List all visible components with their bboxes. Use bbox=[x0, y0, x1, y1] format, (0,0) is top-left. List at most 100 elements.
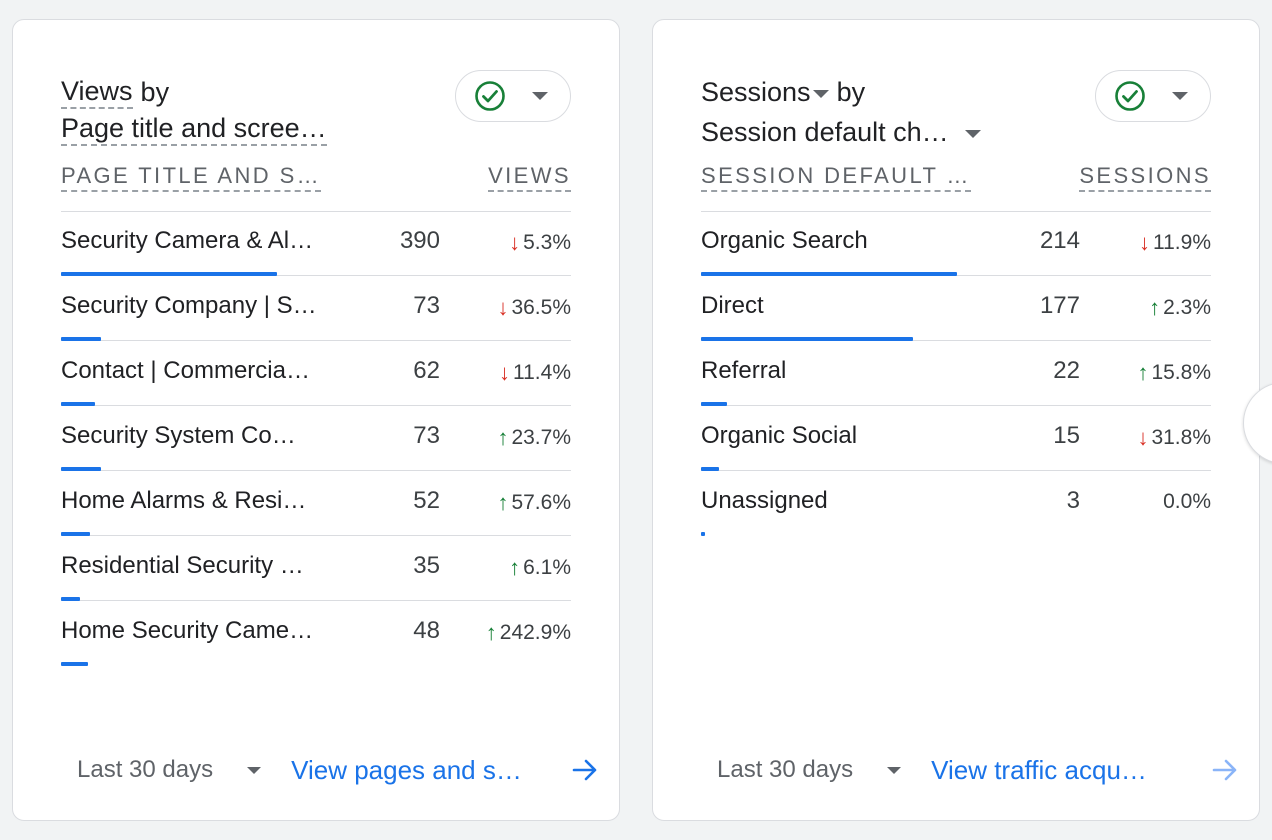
row-change: ↑ 57.6% bbox=[497, 490, 571, 516]
row-value: 62 bbox=[413, 357, 440, 384]
row-label: Organic Social bbox=[701, 422, 858, 449]
row-label: Security System Co… bbox=[61, 422, 296, 449]
views-by-page-card: Views by Page title and scree… Page titl… bbox=[12, 19, 620, 821]
chevron-down-icon bbox=[247, 766, 262, 774]
card-title: Views by Page title and scree… bbox=[61, 72, 327, 146]
arrow-right-icon[interactable] bbox=[571, 756, 599, 784]
table-header: Session default … Sessions bbox=[701, 163, 1211, 212]
metric-selector[interactable]: Views bbox=[61, 75, 133, 109]
comparison-status-button[interactable] bbox=[455, 70, 571, 122]
column-header-views[interactable]: Views bbox=[488, 163, 571, 192]
change-percent: 6.1% bbox=[523, 556, 571, 579]
row-value: 73 bbox=[413, 422, 440, 449]
metric-selector[interactable]: Sessions bbox=[701, 72, 811, 112]
view-report-link[interactable]: View traffic acqu… bbox=[931, 755, 1181, 786]
row-value: 73 bbox=[413, 292, 440, 319]
table-row[interactable]: Direct 177 ↑ 2.3% bbox=[701, 276, 1211, 341]
row-label: Security Company | S… bbox=[61, 292, 317, 319]
dimension-selector[interactable]: Session default ch… bbox=[701, 112, 949, 152]
column-header-dimension[interactable]: Page title and s… bbox=[61, 163, 322, 192]
table-row[interactable]: Home Alarms & Resi… 52 ↑ 57.6% bbox=[61, 471, 571, 536]
change-percent: 5.3% bbox=[523, 231, 571, 254]
row-label: Home Security Came… bbox=[61, 617, 314, 644]
table-row[interactable]: Security Camera & Al… 390 ↓ 5.3% bbox=[61, 211, 571, 276]
table-header: Page title and s… Views bbox=[61, 163, 571, 212]
row-change: ↓ 31.8% bbox=[1137, 425, 1211, 451]
row-label: Referral bbox=[701, 357, 787, 384]
change-percent: 36.5% bbox=[511, 296, 571, 319]
dimension-selector[interactable]: Page title and scree… bbox=[61, 112, 327, 146]
arrow-down-icon: ↓ bbox=[509, 230, 521, 255]
change-percent: 23.7% bbox=[511, 426, 571, 449]
arrow-up-icon: ↑ bbox=[497, 425, 509, 450]
change-percent: 2.3% bbox=[1163, 296, 1211, 319]
chevron-down-icon bbox=[1172, 92, 1188, 100]
column-header-sessions[interactable]: Sessions bbox=[1079, 163, 1211, 192]
change-percent: 57.6% bbox=[511, 491, 571, 514]
chevron-down-icon[interactable] bbox=[964, 130, 981, 138]
row-value: 52 bbox=[413, 487, 440, 514]
table-row[interactable]: Contact | Commercia… 62 ↓ 11.4% bbox=[61, 341, 571, 406]
change-percent: 11.9% bbox=[1153, 231, 1211, 254]
row-label: Organic Search bbox=[701, 227, 868, 254]
row-change: ↓ 36.5% bbox=[497, 295, 571, 321]
date-range-label: Last 30 days bbox=[77, 756, 214, 783]
row-label: Residential Security … bbox=[61, 552, 304, 579]
arrow-up-icon: ↑ bbox=[485, 620, 497, 645]
check-circle-icon bbox=[475, 81, 505, 111]
table-row[interactable]: Organic Search 214 ↓ 11.9% bbox=[701, 211, 1211, 276]
row-change: ↑ 242.9% bbox=[486, 620, 571, 646]
arrow-up-icon: ↑ bbox=[497, 490, 509, 515]
table-row[interactable]: Organic Social 15 ↓ 31.8% bbox=[701, 406, 1211, 471]
row-label: Home Alarms & Resi… bbox=[61, 487, 307, 514]
row-value: 390 bbox=[399, 227, 440, 254]
row-change: ↓ 5.3% bbox=[509, 230, 571, 256]
column-header-dimension[interactable]: Session default … bbox=[701, 163, 971, 192]
view-report-link[interactable]: View pages and s… bbox=[291, 755, 541, 786]
table-rows: Security Camera & Al… 390 ↓ 5.3% Security Co… bbox=[61, 211, 571, 666]
table-row[interactable]: Referral 22 ↑ 15.8% bbox=[701, 341, 1211, 406]
row-label: Security Camera & Al… bbox=[61, 227, 314, 254]
card-footer: Last 30 days View pages and s… bbox=[61, 750, 599, 790]
title-by-text: by bbox=[140, 77, 170, 107]
table-row[interactable]: Security System Co… 73 ↑ 23.7% bbox=[61, 406, 571, 471]
date-range-selector[interactable]: Last 30 days bbox=[701, 756, 902, 784]
table-row[interactable]: Security Company | S… 73 ↓ 36.5% bbox=[61, 276, 571, 341]
arrow-down-icon: ↓ bbox=[499, 360, 510, 385]
change-percent: 15.8% bbox=[1151, 361, 1211, 384]
card-title: Sessions by Session default ch… bbox=[701, 72, 985, 152]
change-percent: 0.0% bbox=[1163, 490, 1211, 513]
row-change: ↑ 15.8% bbox=[1137, 360, 1211, 386]
date-range-selector[interactable]: Last 30 days bbox=[61, 756, 262, 784]
chevron-down-icon bbox=[532, 92, 548, 100]
row-change: ↑ 2.3% bbox=[1149, 295, 1211, 321]
chevron-down-icon[interactable] bbox=[812, 90, 829, 98]
arrow-right-icon[interactable] bbox=[1211, 756, 1239, 784]
table-rows: Organic Search 214 ↓ 11.9% Direct 177 ↑ 2.3% Ref… bbox=[701, 211, 1211, 536]
row-proportion-bar bbox=[701, 532, 705, 536]
row-label: Unassigned bbox=[701, 487, 828, 514]
arrow-down-icon: ↓ bbox=[1137, 425, 1149, 450]
table-row[interactable]: Unassigned 3 0.0% bbox=[701, 471, 1211, 536]
change-percent: 11.4% bbox=[513, 361, 571, 384]
row-value: 214 bbox=[1039, 227, 1080, 254]
card-footer: Last 30 days View traffic acqu… bbox=[701, 750, 1239, 790]
row-label: Direct bbox=[701, 292, 764, 319]
table-row[interactable]: Home Security Came… 48 ↑ 242.9% bbox=[61, 601, 571, 666]
arrow-down-icon: ↓ bbox=[497, 295, 509, 320]
row-value: 177 bbox=[1039, 292, 1080, 319]
row-change: 0.0% bbox=[1163, 490, 1211, 514]
arrow-up-icon: ↑ bbox=[1137, 360, 1149, 385]
arrow-down-icon: ↓ bbox=[1139, 230, 1150, 255]
sessions-by-channel-card: Sessions by Session default ch… Session … bbox=[652, 19, 1260, 821]
row-change: ↓ 11.9% bbox=[1139, 230, 1211, 256]
arrow-up-icon: ↑ bbox=[1149, 295, 1161, 320]
change-percent: 242.9% bbox=[499, 621, 571, 644]
row-proportion-bar bbox=[61, 662, 88, 666]
change-percent: 31.8% bbox=[1151, 426, 1211, 449]
table-row[interactable]: Residential Security … 35 ↑ 6.1% bbox=[61, 536, 571, 601]
chevron-down-icon bbox=[887, 766, 902, 774]
title-by-text: by bbox=[836, 77, 866, 107]
comparison-status-button[interactable] bbox=[1095, 70, 1211, 122]
arrow-up-icon: ↑ bbox=[509, 555, 521, 580]
